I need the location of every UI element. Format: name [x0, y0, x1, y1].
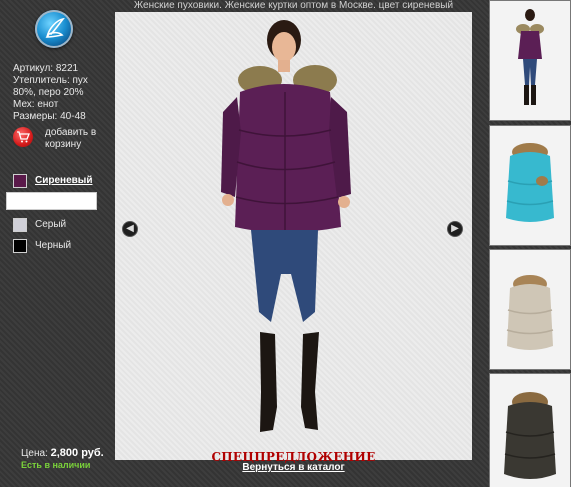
color-option-grey[interactable]: Серый	[13, 218, 113, 232]
main-area: Женские пуховики. Женские куртки оптом в…	[115, 0, 472, 487]
thumb-black-jacket[interactable]	[489, 373, 571, 487]
price-label: Цена:	[21, 448, 48, 459]
insulation-info: Утеплитель: пух 80%, перо 20%	[13, 75, 88, 98]
color-label[interactable]: Черный	[35, 240, 71, 251]
arrow-right-icon[interactable]: ▶	[447, 221, 463, 237]
add-to-cart-button[interactable]: добавить в корзину	[13, 127, 113, 163]
size-select-box[interactable]	[6, 192, 97, 210]
stock-status: Есть в наличии	[21, 460, 91, 470]
thumb-beige-jacket[interactable]	[489, 249, 571, 370]
left-panel: Артикул: 8221 Утеплитель: пух 80%, перо …	[0, 0, 115, 487]
color-option-lilac[interactable]: Сиреневый	[13, 174, 113, 188]
back-to-catalog-link[interactable]: Вернуться в каталог	[115, 462, 472, 487]
brand-logo-icon[interactable]	[35, 10, 73, 48]
product-photo: ◀ ▶ СПЕЦПРЕДЛОЖЕНИЕ	[115, 12, 472, 464]
add-to-cart-label[interactable]: добавить в корзину	[45, 127, 115, 151]
color-swatch[interactable]	[13, 239, 27, 253]
page-title: Женские пуховики. Женские куртки оптом в…	[133, 0, 454, 11]
product-specs: Артикул: 8221 Утеплитель: пух 80%, перо …	[13, 63, 113, 123]
price-value: 2,800 руб.	[50, 447, 104, 459]
model-illustration	[221, 20, 351, 432]
thumb-turquoise-jacket[interactable]	[489, 125, 571, 246]
color-label[interactable]: Серый	[35, 219, 66, 230]
back-to-catalog-label[interactable]: Вернуться в каталог	[242, 462, 344, 473]
color-label[interactable]: Сиреневый	[35, 175, 92, 186]
color-swatch[interactable]	[13, 174, 27, 188]
thumb-lilac-jacket[interactable]	[489, 0, 571, 121]
cart-icon[interactable]	[13, 127, 33, 147]
color-option-black[interactable]: Черный	[13, 239, 113, 253]
article-number: Артикул: 8221	[13, 63, 79, 74]
price: Цена: 2,800 руб.	[21, 447, 104, 459]
color-swatch[interactable]	[13, 218, 27, 232]
arrow-left-icon[interactable]: ◀	[122, 221, 138, 237]
sizes-info: Размеры: 40-48	[13, 111, 86, 122]
thumbnail-strip	[489, 0, 571, 487]
fur-info: Мех: енот	[13, 99, 59, 110]
